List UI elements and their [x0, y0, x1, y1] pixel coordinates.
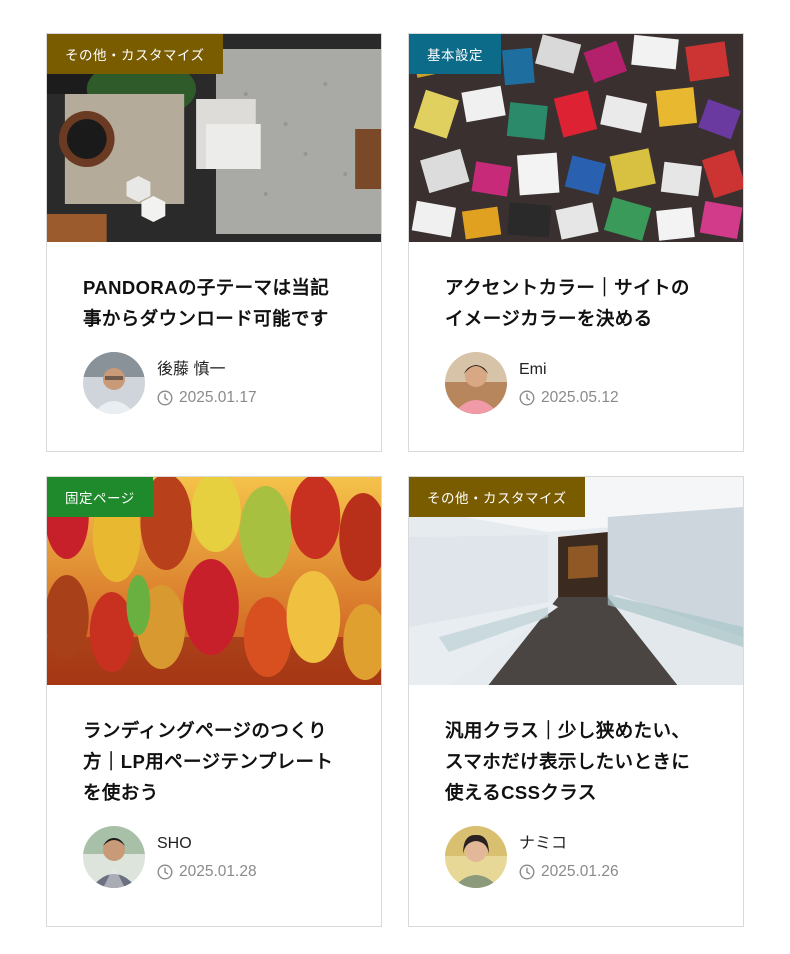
- category-label[interactable]: その他・カスタマイズ: [409, 477, 585, 517]
- post-title-line[interactable]: PANDORAの子テーマは当記: [83, 277, 329, 298]
- post-date-text: 2025.01.28: [179, 862, 257, 880]
- post-title-line[interactable]: アクセントカラー｜サイトの: [445, 277, 690, 298]
- post-title-line[interactable]: ランディングページのつくり: [83, 720, 327, 741]
- post-meta: ナミコ 2025.01.26: [445, 826, 707, 888]
- post-card[interactable]: その他・カスタマイズ PANDORAの子テーマは当記 事からダウンロード可能です: [46, 33, 382, 452]
- post-title-line[interactable]: 方｜LP用ページテンプレート: [83, 751, 333, 772]
- post-date-text: 2025.01.26: [541, 862, 619, 880]
- post-title[interactable]: 汎用クラス｜少し狭めたい、 スマホだけ表示したいときに 使えるCSSクラス: [445, 715, 707, 808]
- author-name[interactable]: Emi: [519, 360, 619, 380]
- clock-icon: [519, 389, 535, 406]
- post-title-line[interactable]: スマホだけ表示したいときに: [445, 751, 690, 772]
- post-title-line[interactable]: 汎用クラス｜少し狭めたい、: [445, 720, 690, 741]
- post-card-grid: その他・カスタマイズ PANDORAの子テーマは当記 事からダウンロード可能です: [0, 0, 790, 954]
- post-date: 2025.01.26: [519, 863, 619, 881]
- post-date-text: 2025.01.17: [179, 388, 257, 406]
- post-title-line[interactable]: 使えるCSSクラス: [445, 782, 597, 803]
- author-name[interactable]: ナミコ: [519, 834, 619, 854]
- post-title[interactable]: アクセントカラー｜サイトの イメージカラーを決める: [445, 272, 707, 334]
- post-date: 2025.01.28: [157, 863, 257, 881]
- author-avatar: [83, 352, 145, 414]
- post-thumbnail-white-corridor[interactable]: その他・カスタマイズ: [409, 477, 743, 685]
- category-label[interactable]: その他・カスタマイズ: [47, 34, 223, 74]
- post-title[interactable]: ランディングページのつくり 方｜LP用ページテンプレート を使おう: [83, 715, 345, 808]
- post-title-line[interactable]: イメージカラーを決める: [445, 308, 653, 329]
- clock-icon: [157, 863, 173, 880]
- post-card[interactable]: 固定ページ ランディングページのつくり 方｜LP用ページテンプレート を使おう: [46, 476, 382, 927]
- post-card[interactable]: その他・カスタマイズ 汎用クラス｜少し狭めたい、 スマホだけ表示したいときに 使…: [408, 476, 744, 927]
- post-meta: SHO 2025.01.28: [83, 826, 345, 888]
- post-card[interactable]: 基本設定 アクセントカラー｜サイトの イメージカラーを決める Emi 2025.…: [408, 33, 744, 452]
- post-date: 2025.01.17: [157, 389, 257, 407]
- category-label[interactable]: 固定ページ: [47, 477, 153, 517]
- post-date-text: 2025.05.12: [541, 388, 619, 406]
- category-label[interactable]: 基本設定: [409, 34, 501, 74]
- author-avatar: [445, 352, 507, 414]
- post-title-line[interactable]: を使おう: [83, 782, 159, 803]
- author-name[interactable]: 後藤 慎一: [157, 360, 257, 380]
- clock-icon: [519, 863, 535, 880]
- post-title-line[interactable]: 事からダウンロード可能です: [83, 308, 329, 329]
- post-meta: 後藤 慎一 2025.01.17: [83, 352, 345, 414]
- post-meta: Emi 2025.05.12: [445, 352, 707, 414]
- post-thumbnail-material-samples[interactable]: その他・カスタマイズ: [47, 34, 381, 242]
- clock-icon: [157, 389, 173, 406]
- post-title[interactable]: PANDORAの子テーマは当記 事からダウンロード可能です: [83, 272, 345, 334]
- post-thumbnail-paper-umbrellas[interactable]: 固定ページ: [47, 477, 381, 685]
- author-avatar: [445, 826, 507, 888]
- author-avatar: [83, 826, 145, 888]
- author-name[interactable]: SHO: [157, 834, 257, 854]
- post-date: 2025.05.12: [519, 389, 619, 407]
- post-thumbnail-magazine-letters[interactable]: 基本設定: [409, 34, 743, 242]
